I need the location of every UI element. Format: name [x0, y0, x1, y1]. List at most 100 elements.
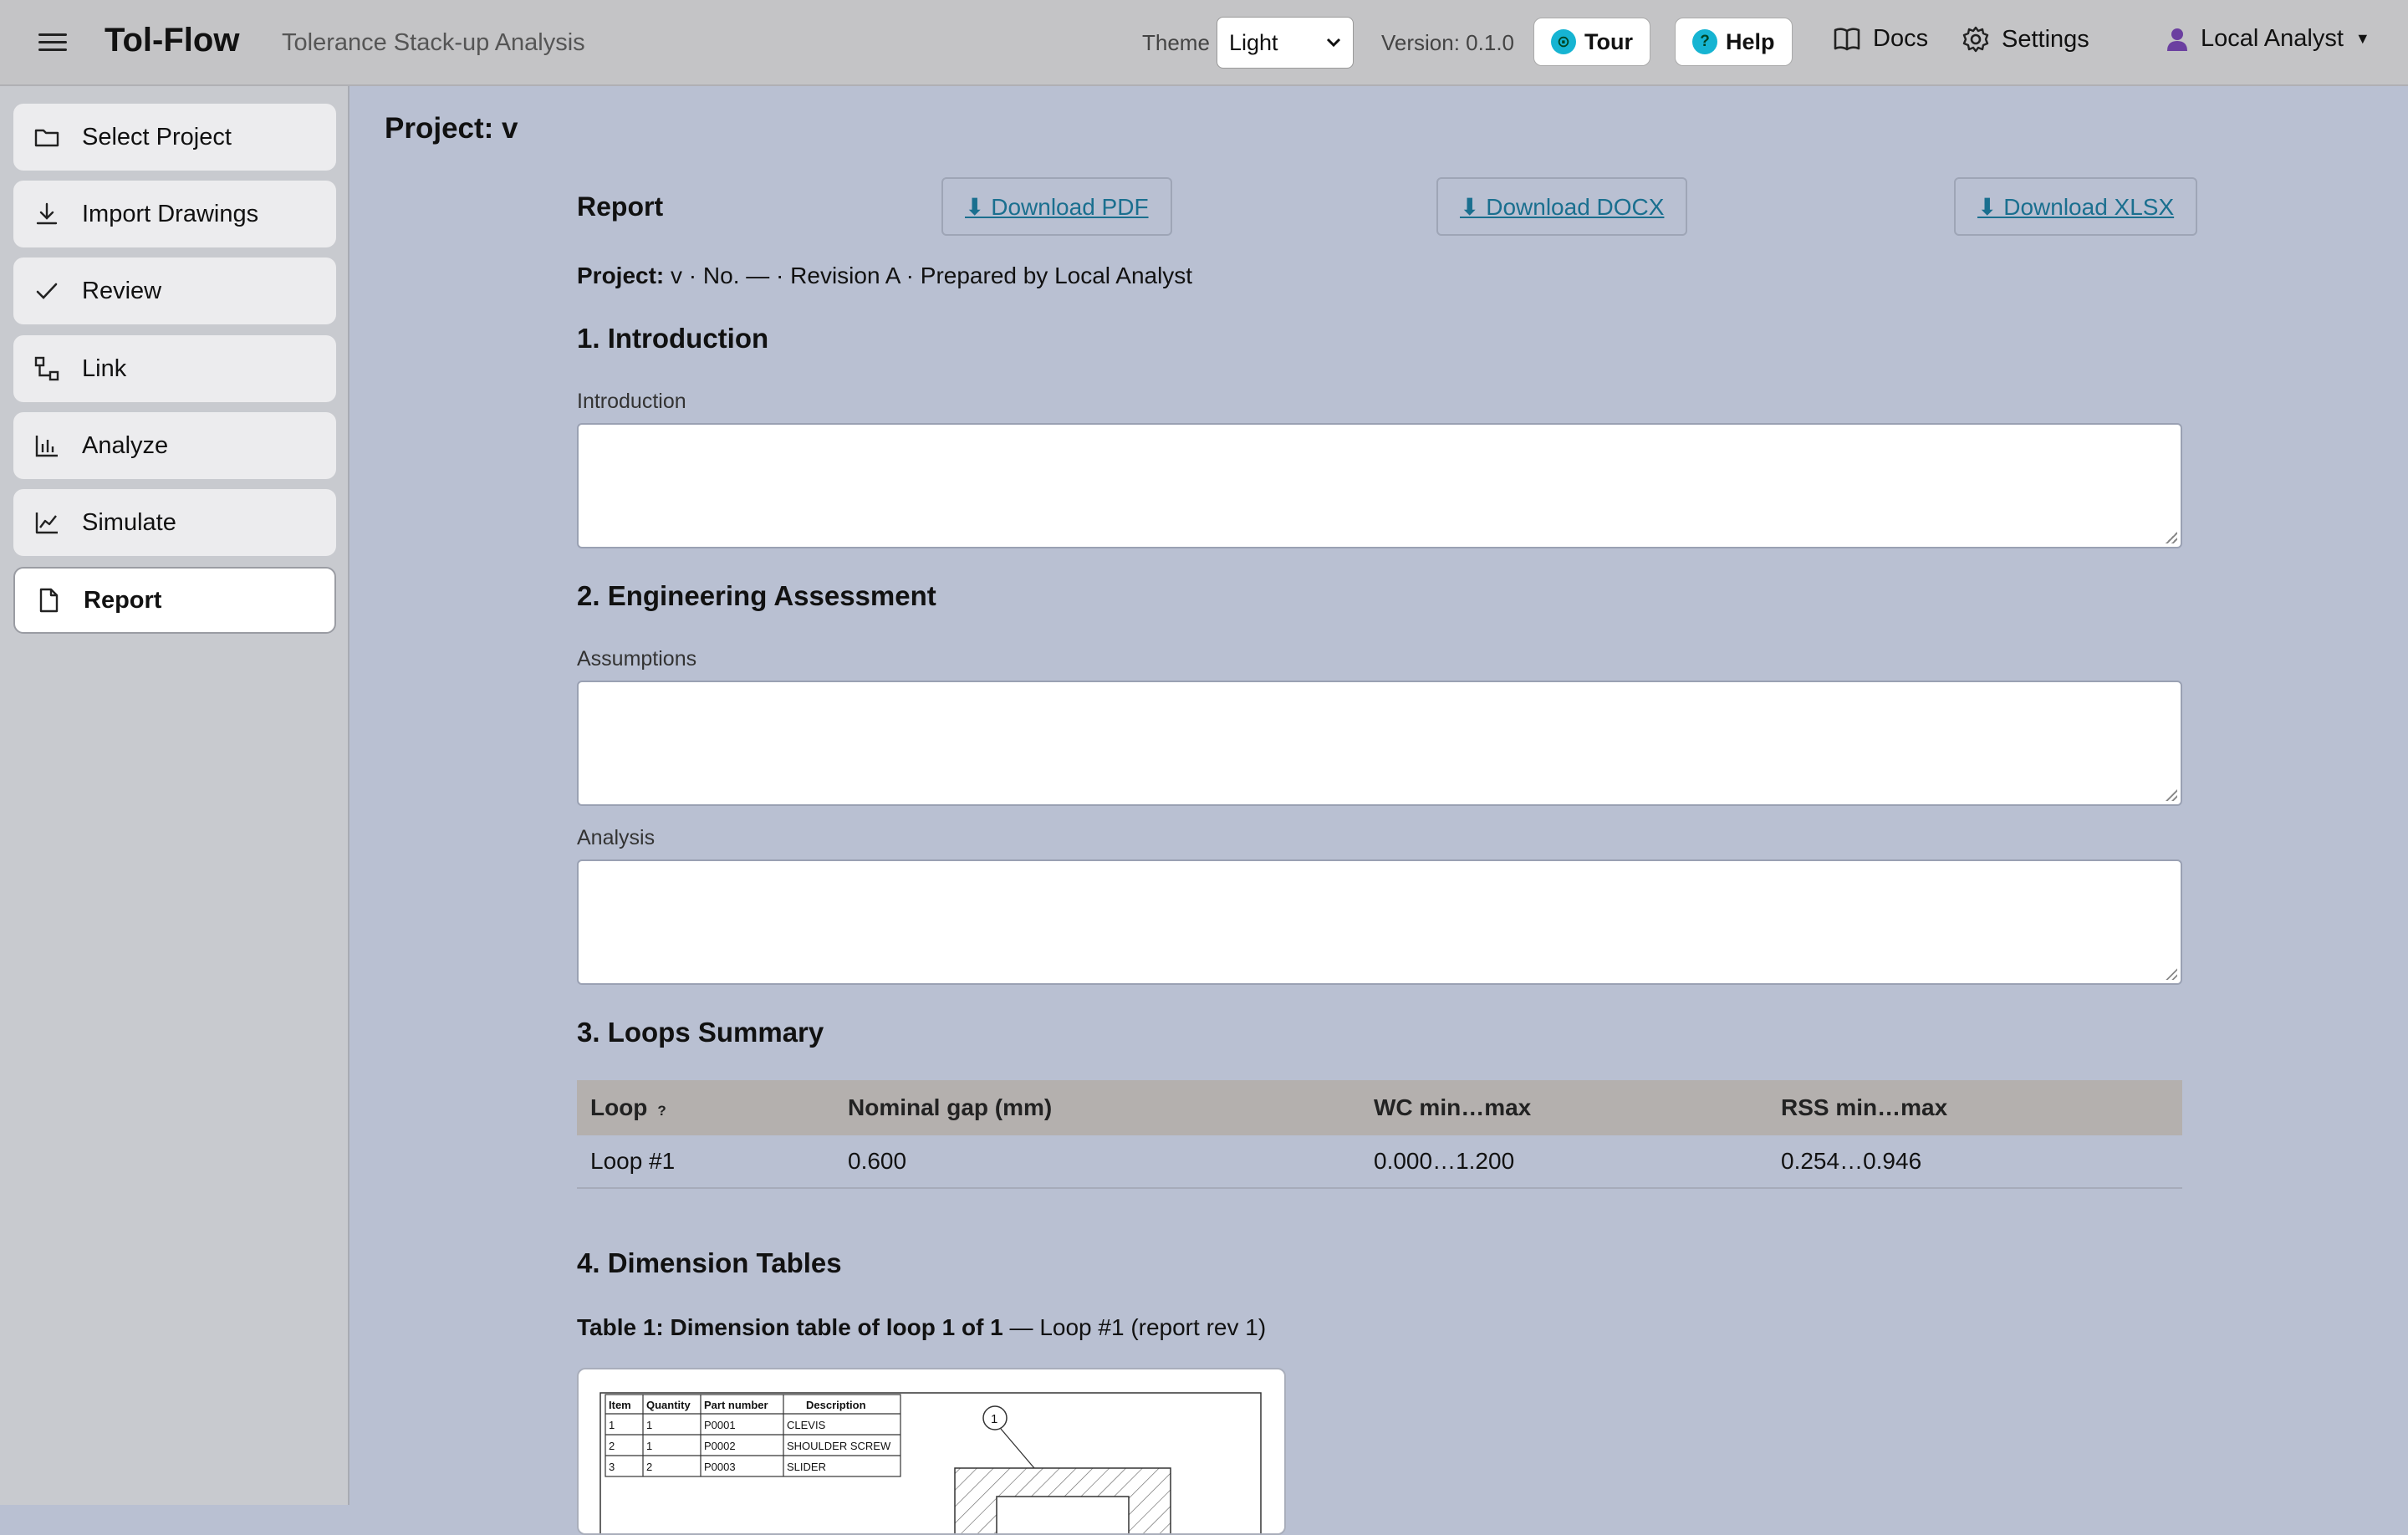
help-button[interactable]: ? Help	[1675, 18, 1793, 66]
chevron-down-icon	[1326, 38, 1341, 48]
tour-icon: ⊙	[1551, 29, 1576, 54]
sidebar-item-label: Select Project	[82, 123, 232, 150]
column-header-nominal-gap: Nominal gap (mm)	[834, 1080, 1360, 1135]
sidebar-item-report[interactable]: Report	[13, 567, 336, 634]
bom-cell: 1	[646, 1440, 652, 1452]
sidebar-item-import-drawings[interactable]: Import Drawings	[13, 181, 336, 247]
table-cell: 0.000…1.200	[1360, 1135, 1768, 1189]
tour-button[interactable]: ⊙ Tour	[1533, 18, 1650, 66]
report-meta-label: Project:	[577, 263, 665, 288]
sidebar-item-select-project[interactable]: Select Project	[13, 104, 336, 171]
analysis-textarea[interactable]	[577, 859, 2182, 985]
settings-link[interactable]: Settings	[1962, 25, 2089, 54]
download-xlsx-button[interactable]: ⬇ Download XLSX	[1954, 177, 2198, 236]
caret-down-icon: ▼	[2354, 30, 2370, 47]
theme-label: Theme	[1142, 30, 1210, 55]
table-row[interactable]: Loop #1 0.600 0.000…1.200 0.254…0.946	[577, 1135, 2182, 1189]
download-docx-button[interactable]: ⬇ Download DOCX	[1436, 177, 1688, 236]
introduction-textarea[interactable]	[577, 423, 2182, 548]
check-icon	[36, 283, 58, 299]
user-menu[interactable]: Local Analyst ▼	[2166, 25, 2370, 53]
analysis-label: Analysis	[577, 826, 656, 849]
table-cell: 0.254…0.946	[1768, 1135, 2182, 1189]
report-heading: Report	[577, 191, 664, 222]
column-header-loop: Loop?	[577, 1080, 834, 1135]
bom-cell: SLIDER	[787, 1461, 826, 1473]
download-pdf-button[interactable]: ⬇ Download PDF	[941, 177, 1172, 236]
user-icon	[2167, 28, 2187, 51]
bar-chart-icon	[35, 436, 58, 457]
bom-cell: SHOULDER SCREW	[787, 1440, 891, 1452]
introduction-label: Introduction	[577, 390, 686, 413]
settings-label: Settings	[2002, 25, 2089, 53]
version-label: Version: 0.1.0	[1381, 30, 1514, 55]
dimension-drawing-thumbnail[interactable]: Item Quantity Part number Description 1 …	[577, 1368, 1286, 1535]
table-cell: 0.600	[834, 1135, 1360, 1189]
balloon-label: 1	[991, 1412, 997, 1426]
bom-header: Part number	[704, 1399, 768, 1411]
bom-cell: 1	[646, 1419, 652, 1431]
column-header-rss: RSS min…max	[1768, 1080, 2182, 1135]
tour-label: Tour	[1584, 28, 1633, 54]
line-chart-icon	[35, 513, 58, 534]
link-icon	[34, 356, 59, 381]
sidebar-item-review[interactable]: Review	[13, 258, 336, 324]
menu-icon[interactable]	[38, 28, 67, 57]
theme-select[interactable]: Light	[1217, 17, 1354, 69]
bom-header: Item	[609, 1399, 631, 1411]
sidebar-item-analyze[interactable]: Analyze	[13, 412, 336, 479]
section-assessment-heading: 2. Engineering Assessment	[577, 580, 936, 611]
sidebar-item-label: Import Drawings	[82, 200, 259, 227]
download-icon	[36, 202, 58, 225]
app-subtitle: Tolerance Stack-up Analysis	[282, 29, 585, 56]
loops-summary-table: Loop? Nominal gap (mm) WC min…max RSS mi…	[577, 1080, 2182, 1189]
page-title: Project: v	[385, 112, 518, 145]
bom-cell: 2	[609, 1440, 615, 1452]
book-icon	[1834, 27, 1860, 50]
bom-cell: P0001	[704, 1419, 736, 1431]
bom-cell: P0003	[704, 1461, 736, 1473]
drawing-image: Item Quantity Part number Description 1 …	[599, 1392, 1262, 1533]
report-meta-text: v · No. — · Revision A · Prepared by Loc…	[664, 263, 1193, 288]
table-header-row: Loop? Nominal gap (mm) WC min…max RSS mi…	[577, 1080, 2182, 1135]
bom-cell: 2	[646, 1461, 652, 1473]
app-brand: Tol-Flow	[105, 22, 240, 59]
resize-handle[interactable]	[2166, 532, 2177, 543]
caption-title: Table 1: Dimension table of loop 1 of 1	[577, 1314, 1003, 1340]
folder-icon	[34, 129, 59, 147]
assumptions-label: Assumptions	[577, 647, 697, 671]
resize-handle[interactable]	[2166, 968, 2177, 980]
sidebar-item-label: Simulate	[82, 508, 176, 536]
column-header-wc: WC min…max	[1360, 1080, 1768, 1135]
bom-cell: 1	[609, 1419, 615, 1431]
docs-link[interactable]: Docs	[1833, 25, 1928, 53]
sidebar: Select Project Import Drawings Review Li…	[0, 86, 349, 1505]
section-loops-heading: 3. Loops Summary	[577, 1017, 824, 1048]
sidebar-item-simulate[interactable]: Simulate	[13, 489, 336, 556]
help-tooltip-icon[interactable]: ?	[657, 1103, 666, 1119]
help-icon: ?	[1692, 29, 1717, 54]
bom-cell: 3	[609, 1461, 615, 1473]
user-label: Local Analyst	[2201, 25, 2344, 52]
table-cell: Loop #1	[577, 1135, 834, 1189]
bom-header: Quantity	[646, 1399, 691, 1411]
sidebar-item-label: Report	[84, 586, 162, 614]
assumptions-textarea[interactable]	[577, 681, 2182, 806]
caption-detail: — Loop #1 (report rev 1)	[1002, 1314, 1267, 1340]
bom-cell: P0002	[704, 1440, 736, 1452]
gear-icon	[1962, 26, 1989, 53]
sidebar-item-label: Analyze	[82, 431, 169, 459]
report-meta: Project: v · No. — · Revision A · Prepar…	[577, 263, 1192, 289]
resize-handle[interactable]	[2166, 789, 2177, 801]
top-bar: Tol-Flow Tolerance Stack-up Analysis The…	[0, 0, 2408, 86]
bom-header: Description	[806, 1399, 866, 1411]
bom-cell: CLEVIS	[787, 1419, 826, 1431]
document-icon	[39, 588, 59, 613]
docs-label: Docs	[1873, 25, 1929, 52]
theme-select-value: Light	[1229, 29, 1278, 55]
section-introduction-heading: 1. Introduction	[577, 323, 769, 354]
section-dimension-tables-heading: 4. Dimension Tables	[577, 1247, 842, 1278]
sidebar-item-link[interactable]: Link	[13, 335, 336, 402]
table-caption: Table 1: Dimension table of loop 1 of 1 …	[577, 1314, 1266, 1341]
sidebar-item-label: Link	[82, 354, 127, 382]
